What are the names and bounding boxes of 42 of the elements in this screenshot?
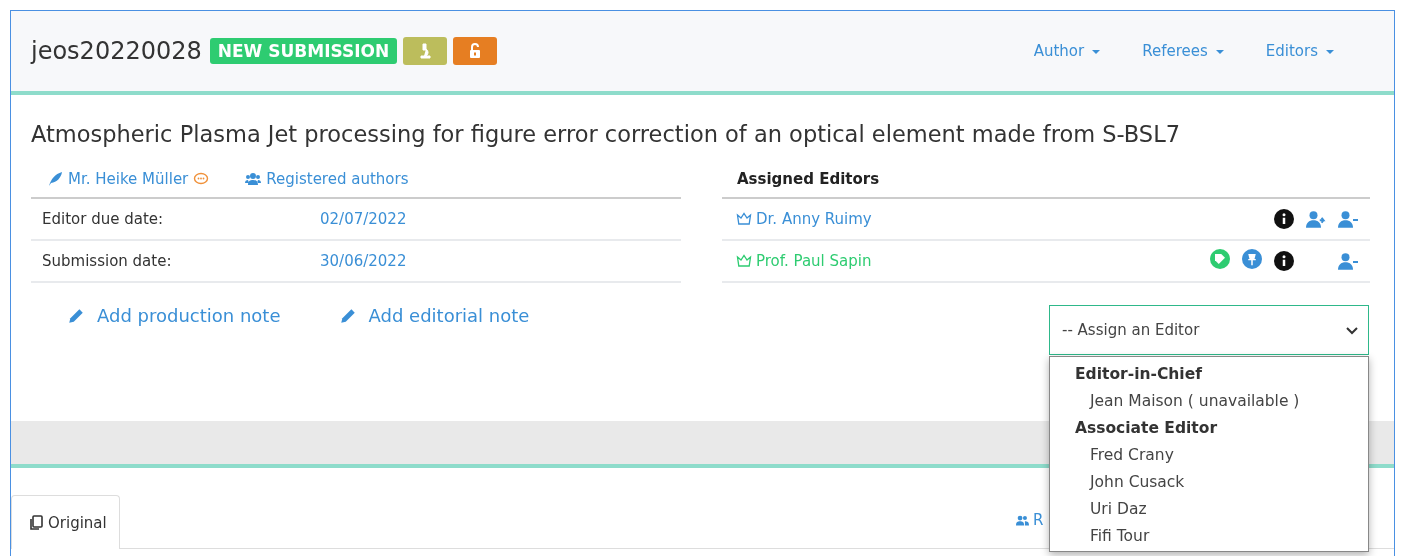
option-group-label: Associate Editor — [1074, 418, 1219, 439]
editor-link[interactable]: Dr. Anny Ruimy — [756, 210, 872, 228]
menu-dropdown[interactable]: Referees — [1142, 42, 1226, 60]
user-minus-icon — [1338, 209, 1358, 229]
date-value: 30/06/2022 — [320, 252, 407, 270]
tag-icon — [1210, 249, 1230, 269]
user-minus-icon — [1338, 251, 1358, 271]
copy-icon — [28, 514, 44, 531]
option-group-label: Editor-in-Chief — [1074, 364, 1203, 385]
pin-icon — [1242, 249, 1262, 269]
dropdown-option[interactable]: Uri Daz — [1050, 496, 1368, 523]
manuscript-id: jeos20220028 — [31, 37, 202, 65]
date-value: 02/07/2022 — [320, 210, 407, 228]
registered-authors-link[interactable]: Registered authors — [245, 170, 409, 188]
pencil-icon — [338, 306, 357, 325]
editor-link[interactable]: Prof. Paul Sapin — [756, 252, 872, 270]
referees-link[interactable]: R — [1016, 511, 1044, 529]
dropdown-option[interactable]: Fred Crany — [1050, 442, 1368, 469]
tab[interactable]: Original — [11, 495, 120, 549]
status-badge: NEW SUBMISSION — [209, 38, 398, 64]
pencil-icon — [67, 306, 85, 325]
manuscript-title: Atmospheric Plasma Jet processing for figure error correction of an optical element made from S-BSL7 — [31, 121, 1181, 147]
info-icon — [1274, 251, 1294, 271]
dropdown-option[interactable]: John Cusack — [1050, 469, 1368, 496]
users-icon — [1016, 513, 1029, 527]
add-note-link[interactable]: Add production note — [67, 305, 281, 326]
assign-editor-select[interactable]: -- Assign an Editor — [1049, 305, 1369, 355]
comment-icon — [193, 171, 210, 187]
author-link[interactable]: Mr. Heike Müller — [47, 170, 210, 188]
date-label: Submission date: — [41, 252, 173, 270]
dropdown-option[interactable]: Jean Maison ( unavailable ) — [1050, 388, 1368, 415]
add-note-link[interactable]: Add editorial note — [338, 305, 530, 326]
date-label: Editor due date: — [41, 210, 165, 228]
dropdown-option[interactable]: Fifi Tour — [1050, 523, 1368, 550]
menu-dropdown[interactable]: Author — [1033, 42, 1103, 60]
users-icon — [245, 171, 262, 187]
user-arrow-icon — [1306, 209, 1326, 229]
feather-icon — [47, 171, 63, 187]
section-heading: Assigned Editors — [736, 170, 880, 188]
microscope-icon — [417, 43, 434, 59]
info-icon — [1274, 209, 1294, 229]
menu-dropdown[interactable]: Editors — [1265, 42, 1336, 60]
